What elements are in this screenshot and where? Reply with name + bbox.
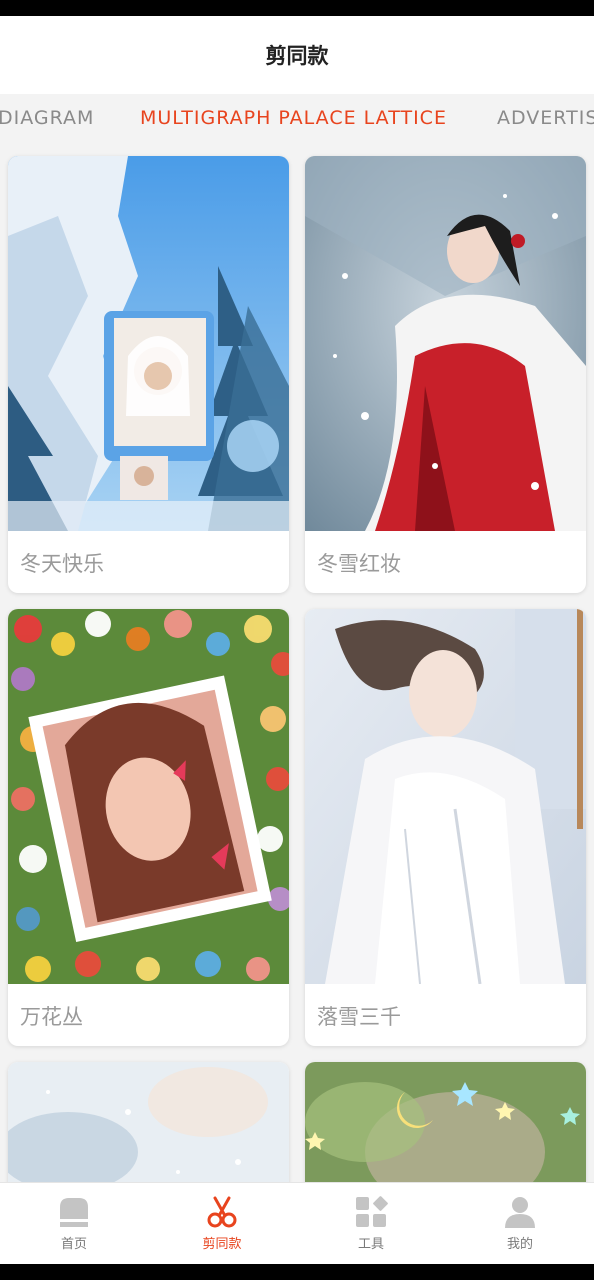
template-card-flower-bush[interactable]: 万花丛: [8, 609, 289, 1046]
nav-tools[interactable]: 工具: [297, 1183, 445, 1265]
nav-profile[interactable]: 我的: [446, 1183, 594, 1265]
tab-advertis[interactable]: ADVERTIS: [497, 94, 594, 144]
nav-tools-label: 工具: [357, 1237, 384, 1252]
template-title: 落雪三千: [317, 1005, 401, 1029]
profile-icon: [505, 1197, 535, 1228]
scissors-icon: [207, 1196, 237, 1228]
page-title: 剪同款: [265, 44, 329, 68]
nav-home-label: 首页: [60, 1237, 87, 1252]
nav-cut-same[interactable]: 剪同款: [148, 1183, 296, 1265]
home-icon: [60, 1198, 88, 1227]
template-title: 冬雪红妆: [317, 552, 401, 576]
template-card-partial-right[interactable]: [305, 1062, 586, 1182]
template-thumbnail: [8, 1062, 289, 1182]
nav-home[interactable]: 首页: [0, 1183, 148, 1265]
template-card-winter-happy[interactable]: 冬天快乐: [8, 156, 289, 593]
app-header: 剪同款: [0, 16, 594, 94]
system-nav-bar: [0, 1264, 594, 1280]
template-thumbnail: [8, 609, 289, 984]
tab-diagram[interactable]: DIAGRAM: [0, 94, 94, 144]
tools-grid-icon: [356, 1196, 388, 1227]
template-title: 万花丛: [20, 1005, 83, 1029]
nav-cut-same-label: 剪同款: [202, 1237, 242, 1252]
tab-multigraph-palace-lattice[interactable]: MULTIGRAPH PALACE LATTICE: [140, 94, 447, 144]
status-bar: [0, 0, 594, 16]
template-thumbnail: [305, 609, 586, 984]
template-card-falling-snow[interactable]: 落雪三千: [305, 609, 586, 1046]
category-tabs: DIAGRAM MULTIGRAPH PALACE LATTICE ADVERT…: [0, 94, 594, 144]
template-thumbnail: [8, 156, 289, 531]
template-card-snow-red-makeup[interactable]: 冬雪红妆: [305, 156, 586, 593]
template-thumbnail: [305, 1062, 586, 1182]
template-grid: 冬天快乐 冬雪红妆 万花丛 落雪三千: [0, 144, 594, 1182]
template-title: 冬天快乐: [20, 552, 104, 576]
nav-profile-label: 我的: [506, 1237, 533, 1252]
template-thumbnail: [305, 156, 586, 531]
template-card-partial-left[interactable]: [8, 1062, 289, 1182]
bottom-navigation: 首页 剪同款 工具 我的: [0, 1182, 594, 1265]
